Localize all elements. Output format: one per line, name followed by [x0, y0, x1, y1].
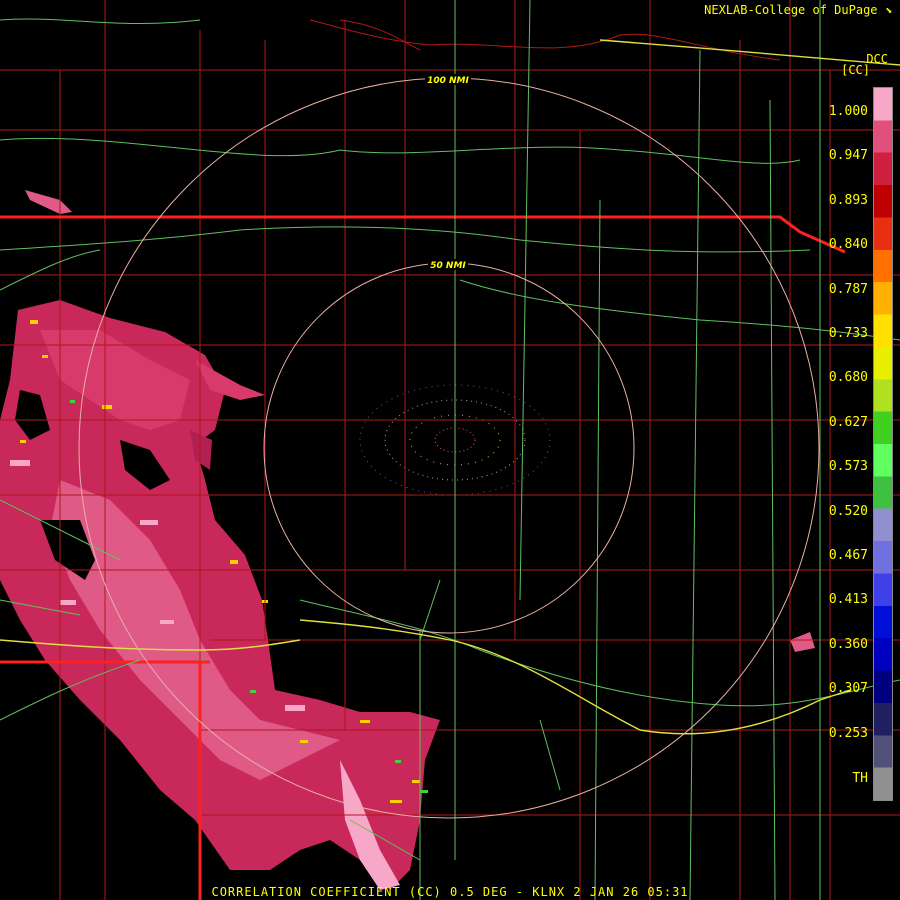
color-scale-tick: 0.893: [828, 192, 868, 208]
color-scale-tick: 0.253: [828, 725, 868, 741]
color-scale-tick: 1.000: [828, 104, 868, 119]
ring-label-50: 50 NMI: [430, 261, 466, 271]
color-scale-tick: 0.573: [828, 459, 868, 475]
color-scale-tick: 0.840: [828, 237, 868, 253]
ring-labels: 100 NMI 50 NMI: [425, 74, 471, 271]
credit-text: NEXLAB-College of DuPage: [704, 3, 878, 17]
color-scale-tick: 0.733: [828, 326, 868, 341]
color-scale-tick: 0.467: [828, 548, 868, 563]
threshold-label: TH: [852, 771, 868, 786]
logo-arrow-icon: ⬊: [884, 3, 892, 17]
color-scale-tick: 0.787: [828, 281, 868, 297]
color-scale-tick: 0.680: [828, 370, 868, 386]
color-scale-tick: 0.627: [828, 414, 868, 430]
color-scale-tick: 0.947: [828, 148, 868, 164]
product-footer: CORRELATION COEFFICIENT (CC) 0.5 DEG - K…: [211, 885, 689, 899]
color-scale-tick: 0.307: [828, 681, 868, 697]
product-unit: [CC]: [841, 63, 870, 77]
color-scale-tick: 0.520: [828, 503, 868, 519]
precipitation-echoes: [0, 190, 815, 890]
credit-label: NEXLAB-College of DuPage ⬊: [704, 3, 892, 17]
color-scale-bar: [873, 87, 893, 801]
ring-label-100: 100 NMI: [427, 76, 469, 86]
color-scale-tick: 0.360: [828, 636, 868, 652]
radar-map: 100 NMI 50 NMI: [0, 0, 900, 900]
color-scale-tick: 0.413: [828, 592, 868, 608]
radar-display: 100 NMI 50 NMI NEXLAB-College of DuPage …: [0, 0, 900, 900]
ring-50-nmi: [263, 262, 635, 634]
